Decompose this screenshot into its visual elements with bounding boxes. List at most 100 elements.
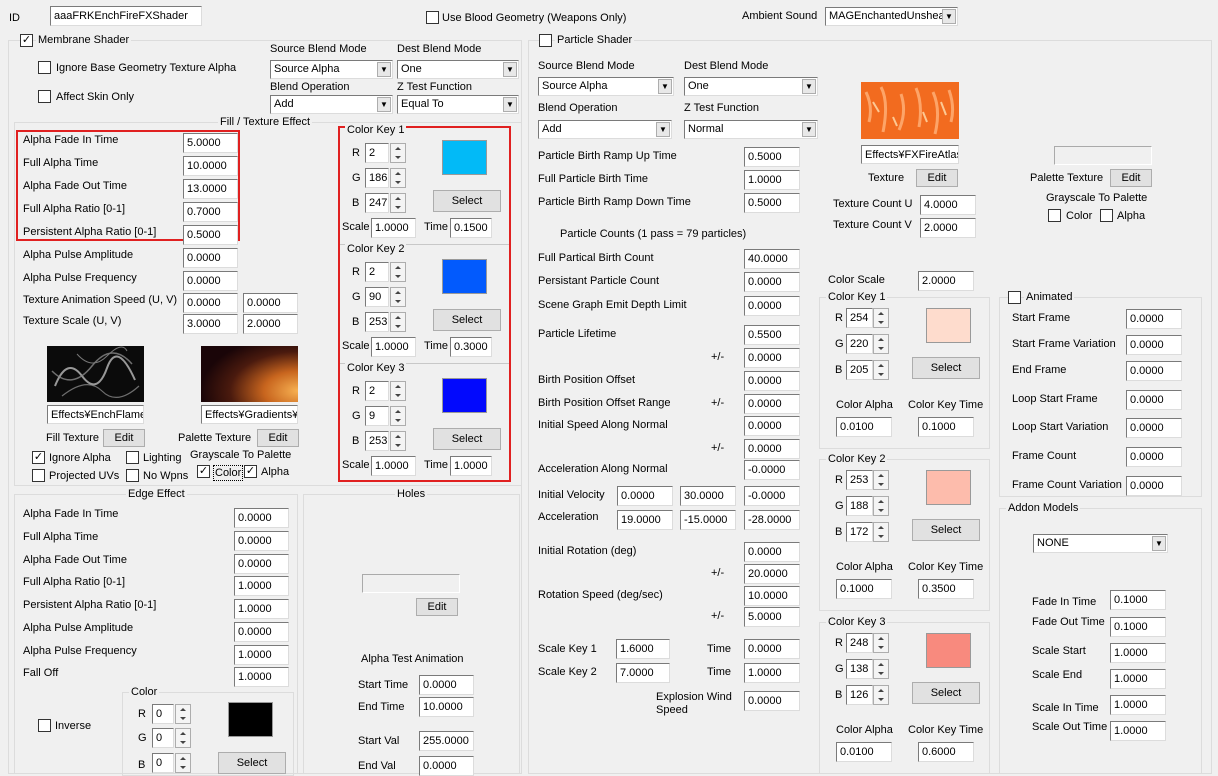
init-speed-variation-field[interactable]: 0.0000 [744, 439, 800, 459]
id-field[interactable]: aaaFRKEnchFireFXShader [50, 6, 202, 26]
animated-row-field[interactable]: 0.0000 [1126, 335, 1182, 355]
particle-row-field[interactable]: 0.0000 [744, 272, 800, 292]
fill-row-field[interactable]: 0.5000 [183, 225, 238, 245]
tex-anim-speed-v-field[interactable]: 0.0000 [243, 293, 298, 313]
scale-key1-field[interactable]: 1.6000 [616, 639, 670, 659]
holes-texture-path[interactable] [362, 574, 460, 593]
addon-row-field[interactable]: 1.0000 [1110, 643, 1166, 663]
edge-row-field[interactable]: 0.0000 [234, 622, 289, 642]
ignore-base-alpha-checkbox[interactable] [38, 61, 51, 74]
edge-b-spinner[interactable] [175, 753, 191, 773]
particle-row-field[interactable]: 0.5000 [744, 193, 800, 213]
membrane-key-swatch[interactable] [442, 378, 487, 413]
particle-key-r-spinner[interactable] [873, 308, 889, 328]
particle-key-g-spinner[interactable] [873, 334, 889, 354]
fill-row-field[interactable]: 0.7000 [183, 202, 238, 222]
ignore-alpha-checkbox[interactable]: ✓ [32, 451, 45, 464]
particle-row-field[interactable]: 1.0000 [744, 170, 800, 190]
edge-row-field[interactable]: 1.0000 [234, 645, 289, 665]
membrane-key-b-field[interactable]: 247 [365, 193, 389, 213]
fill-row-field[interactable]: 0.0000 [183, 271, 238, 291]
lifetime-variation-field[interactable]: 0.0000 [744, 348, 800, 368]
color-scale-field[interactable]: 2.0000 [918, 271, 974, 291]
acceleration-field[interactable]: -28.0000 [744, 510, 800, 530]
particle-row-field[interactable]: 0.5500 [744, 325, 800, 345]
palette-texture-edit-button[interactable]: Edit [257, 429, 299, 447]
particle-key-b-spinner[interactable] [873, 522, 889, 542]
membrane-key-time-field[interactable]: 1.0000 [450, 456, 492, 476]
particle-key-time-field[interactable]: 0.3500 [918, 579, 974, 599]
holes-row-field[interactable]: 0.0000 [419, 675, 474, 695]
particle-key-r-field[interactable]: 254 [846, 308, 873, 328]
membrane-key-g-field[interactable]: 186 [365, 168, 389, 188]
fill-row-field[interactable]: 5.0000 [183, 133, 238, 153]
particle-key-g-field[interactable]: 188 [846, 496, 873, 516]
particle-dest-blend-select[interactable]: One ▼ [684, 77, 818, 96]
edge-g-field[interactable]: 0 [152, 728, 174, 748]
particle-key-alpha-field[interactable]: 0.0100 [836, 417, 892, 437]
membrane-key-swatch[interactable] [442, 259, 487, 294]
fill-texture-path[interactable]: Effects¥EnchFlameI [47, 405, 144, 424]
init-rotation-variation-field[interactable]: 20.0000 [744, 564, 800, 584]
edge-color-select-button[interactable]: Select [218, 752, 286, 774]
texture-count-u-field[interactable]: 4.0000 [920, 195, 976, 215]
particle-key-g-field[interactable]: 220 [846, 334, 873, 354]
animated-row-field[interactable]: 0.0000 [1126, 418, 1182, 438]
membrane-key-g-spinner[interactable] [390, 168, 406, 188]
particle-key-b-field[interactable]: 172 [846, 522, 873, 542]
no-wpns-checkbox[interactable] [126, 469, 139, 482]
animated-row-field[interactable]: 0.0000 [1126, 447, 1182, 467]
animated-row-field[interactable]: 0.0000 [1126, 361, 1182, 381]
particle-key-select-button[interactable]: Select [912, 682, 980, 704]
fill-row-field[interactable]: 13.0000 [183, 179, 238, 199]
birth-range-field[interactable]: 0.0000 [744, 394, 800, 414]
edge-row-field[interactable]: 1.0000 [234, 599, 289, 619]
membrane-key-select-button[interactable]: Select [433, 309, 501, 331]
scale-key2-field[interactable]: 7.0000 [616, 663, 670, 683]
membrane-key-g-field[interactable]: 90 [365, 287, 389, 307]
blood-geometry-checkbox[interactable] [426, 11, 439, 24]
particle-row-field[interactable]: 0.0000 [744, 296, 800, 316]
addon-model-select[interactable]: NONE ▼ [1033, 534, 1168, 553]
membrane-key-select-button[interactable]: Select [433, 190, 501, 212]
particle-key-r-spinner[interactable] [873, 633, 889, 653]
edge-color-swatch[interactable] [228, 702, 273, 737]
edge-b-field[interactable]: 0 [152, 753, 174, 773]
particle-palette-path[interactable] [1054, 146, 1152, 165]
holes-row-field[interactable]: 10.0000 [419, 697, 474, 717]
particle-key-r-field[interactable]: 253 [846, 470, 873, 490]
particle-key-b-field[interactable]: 205 [846, 360, 873, 380]
particle-key-swatch[interactable] [926, 633, 971, 668]
membrane-key-b-spinner[interactable] [390, 431, 406, 451]
addon-row-field[interactable]: 1.0000 [1110, 669, 1166, 689]
particle-grayscale-alpha-checkbox[interactable] [1100, 209, 1113, 222]
membrane-key-time-field[interactable]: 0.1500 [450, 218, 492, 238]
holes-row-field[interactable]: 0.0000 [419, 756, 474, 776]
membrane-key-g-field[interactable]: 9 [365, 406, 389, 426]
scale-key2-time-field[interactable]: 1.0000 [744, 663, 800, 683]
fill-row-field[interactable]: 0.0000 [183, 248, 238, 268]
particle-key-time-field[interactable]: 0.1000 [918, 417, 974, 437]
palette-texture-path[interactable]: Effects¥Gradients¥ [201, 405, 298, 424]
edge-row-field[interactable]: 1.0000 [234, 576, 289, 596]
tex-anim-speed-u-field[interactable]: 0.0000 [183, 293, 238, 313]
membrane-key-time-field[interactable]: 0.3000 [450, 337, 492, 357]
init-velocity-field[interactable]: -0.0000 [744, 486, 800, 506]
addon-row-field[interactable]: 0.1000 [1110, 617, 1166, 637]
membrane-key-r-field[interactable]: 2 [365, 262, 389, 282]
membrane-key-b-spinner[interactable] [390, 312, 406, 332]
particle-key-select-button[interactable]: Select [912, 519, 980, 541]
edge-row-field[interactable]: 0.0000 [234, 508, 289, 528]
particle-key-g-spinner[interactable] [873, 496, 889, 516]
fill-row-field[interactable]: 10.0000 [183, 156, 238, 176]
animated-row-field[interactable]: 0.0000 [1126, 309, 1182, 329]
particle-key-g-field[interactable]: 138 [846, 659, 873, 679]
rotation-speed-field[interactable]: 10.0000 [744, 586, 800, 606]
particle-key-alpha-field[interactable]: 0.0100 [836, 742, 892, 762]
membrane-key-select-button[interactable]: Select [433, 428, 501, 450]
membrane-src-blend-select[interactable]: Source Alpha ▼ [270, 60, 393, 79]
particle-key-r-spinner[interactable] [873, 470, 889, 490]
rotation-speed-variation-field[interactable]: 5.0000 [744, 607, 800, 627]
tex-scale-v-field[interactable]: 2.0000 [243, 314, 298, 334]
ambient-sound-select[interactable]: MAGEnchantedUnsheat ▼ [825, 7, 958, 26]
